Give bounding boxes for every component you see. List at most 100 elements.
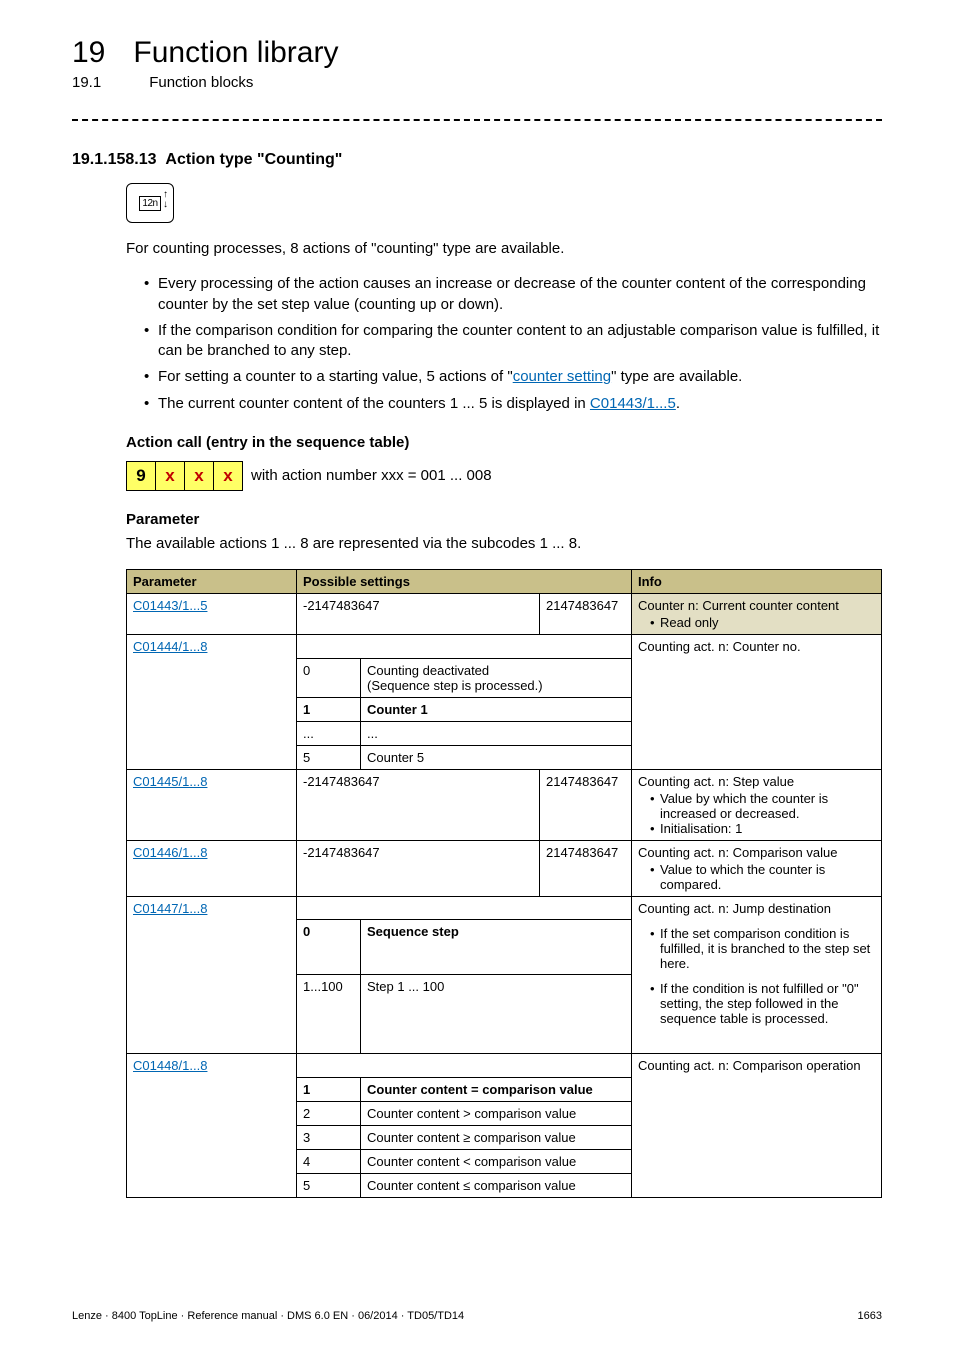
action-number-boxes: 9 x x x xyxy=(126,461,243,491)
action-number-row: 9 x x x with action number xxx = 001 ...… xyxy=(126,461,882,491)
info-sub: Value by which the counter is increased … xyxy=(650,791,875,821)
chapter-title: Function library xyxy=(133,36,338,70)
empty-cell xyxy=(297,896,632,920)
option-key: ... xyxy=(297,721,361,745)
action-digit: x xyxy=(214,461,243,490)
info-cell xyxy=(632,745,882,769)
param-cell: C01448/1...8 xyxy=(127,1054,297,1078)
action-suffix-text: with action number xxx = 001 ... 008 xyxy=(251,467,492,484)
bullet-text: Every processing of the action causes an… xyxy=(158,275,866,312)
page-footer: Lenze · 8400 TopLine · Reference manual … xyxy=(72,1310,882,1322)
param-cell xyxy=(127,1077,297,1101)
parameter-intro: The available actions 1 ... 8 are repres… xyxy=(126,534,882,554)
info-main: Counting act. n: Comparison value xyxy=(638,845,837,860)
action-digit: x xyxy=(156,461,185,490)
info-cell: Counting act. n: Counter no. xyxy=(632,635,882,659)
empty-cell xyxy=(297,1054,632,1078)
info-sub: Initialisation: 1 xyxy=(650,821,875,836)
intro-bullet-list: Every processing of the action causes an… xyxy=(144,274,882,414)
option-value: ... xyxy=(361,721,632,745)
bullet-item: The current counter content of the count… xyxy=(144,394,882,414)
min-value: -2147483647 xyxy=(297,594,540,635)
info-cell xyxy=(632,1125,882,1149)
table-header-info: Info xyxy=(632,570,882,594)
chapter-number: 19 xyxy=(72,36,105,70)
bullet-text: The current counter content of the count… xyxy=(158,395,590,412)
divider xyxy=(72,119,882,121)
info-cell: If the condition is not fulfilled or "0"… xyxy=(632,975,882,1054)
footer-page-number: 1663 xyxy=(858,1310,882,1322)
param-cell xyxy=(127,697,297,721)
param-cell: C01445/1...8 xyxy=(127,769,297,840)
option-value: Counter 5 xyxy=(361,745,632,769)
option-key: 0 xyxy=(297,920,361,975)
c01443-link[interactable]: C01443/1...5 xyxy=(590,395,676,412)
bullet-item: For setting a counter to a starting valu… xyxy=(144,367,882,387)
counting-icon-glyph: 12n xyxy=(139,196,160,211)
param-link-c01446[interactable]: C01446/1...8 xyxy=(133,845,207,860)
info-cell xyxy=(632,1173,882,1197)
param-cell xyxy=(127,721,297,745)
bullet-text: " type are available. xyxy=(611,368,742,385)
param-cell xyxy=(127,658,297,697)
option-value: Counter content ≥ comparison value xyxy=(361,1125,632,1149)
option-key: 1...100 xyxy=(297,975,361,1054)
info-main: Counting act. n: Step value xyxy=(638,774,794,789)
up-down-arrow-icon: ↑↓ xyxy=(163,190,168,210)
action-digit: x xyxy=(185,461,214,490)
option-value: Counter content < comparison value xyxy=(361,1149,632,1173)
param-link-c01445[interactable]: C01445/1...8 xyxy=(133,774,207,789)
param-cell: C01447/1...8 xyxy=(127,896,297,920)
option-value: Counter 1 xyxy=(361,697,632,721)
table-header-possible-settings: Possible settings xyxy=(297,570,632,594)
option-key: 2 xyxy=(297,1101,361,1125)
param-link-c01448[interactable]: C01448/1...8 xyxy=(133,1058,207,1073)
subsection-title: Action type "Counting" xyxy=(165,151,342,168)
section-number: 19.1 xyxy=(72,74,101,91)
subsection-number: 19.1.158.13 xyxy=(72,151,157,168)
info-cell xyxy=(632,1101,882,1125)
info-main: Counting act. n: Comparison operation xyxy=(638,1058,861,1073)
info-sub: If the set comparison condition is fulfi… xyxy=(650,926,875,971)
info-cell xyxy=(632,1149,882,1173)
info-cell xyxy=(632,721,882,745)
param-cell xyxy=(127,1125,297,1149)
param-link-c01444[interactable]: C01444/1...8 xyxy=(133,639,207,654)
param-cell: C01443/1...5 xyxy=(127,594,297,635)
option-value: Counter content ≤ comparison value xyxy=(361,1173,632,1197)
info-cell: If the set comparison condition is fulfi… xyxy=(632,920,882,975)
option-value: Sequence step xyxy=(361,920,632,975)
option-value: Counting deactivated (Sequence step is p… xyxy=(361,658,632,697)
counter-setting-link[interactable]: counter setting xyxy=(513,368,611,385)
info-sub: If the condition is not fulfilled or "0"… xyxy=(650,981,875,1026)
empty-cell xyxy=(297,635,632,659)
info-main: Counting act. n: Jump destination xyxy=(638,901,831,916)
info-sub: Value to which the counter is compared. xyxy=(650,862,875,892)
bullet-item: Every processing of the action causes an… xyxy=(144,274,882,315)
info-sub: Read only xyxy=(650,615,875,630)
info-cell: Counter n: Current counter content Read … xyxy=(632,594,882,635)
parameter-table: Parameter Possible settings Info C01443/… xyxy=(126,569,882,1198)
max-value: 2147483647 xyxy=(539,840,631,896)
param-link-c01443[interactable]: C01443/1...5 xyxy=(133,598,207,613)
param-cell xyxy=(127,1149,297,1173)
option-key: 5 xyxy=(297,1173,361,1197)
option-value: Counter content = comparison value xyxy=(361,1077,632,1101)
param-link-c01447[interactable]: C01447/1...8 xyxy=(133,901,207,916)
info-cell xyxy=(632,1077,882,1101)
param-cell xyxy=(127,975,297,1054)
option-value: Step 1 ... 100 xyxy=(361,975,632,1054)
info-cell: Counting act. n: Jump destination xyxy=(632,896,882,920)
subsection-heading: 19.1.158.13 Action type "Counting" xyxy=(72,151,882,169)
info-cell xyxy=(632,697,882,721)
option-key: 3 xyxy=(297,1125,361,1149)
param-cell xyxy=(127,745,297,769)
option-key: 4 xyxy=(297,1149,361,1173)
param-cell xyxy=(127,1101,297,1125)
action-call-heading: Action call (entry in the sequence table… xyxy=(126,434,882,451)
param-cell: C01444/1...8 xyxy=(127,635,297,659)
action-digit: 9 xyxy=(127,461,156,490)
param-cell xyxy=(127,1173,297,1197)
intro-paragraph: For counting processes, 8 actions of "co… xyxy=(126,239,882,259)
min-value: -2147483647 xyxy=(297,769,540,840)
